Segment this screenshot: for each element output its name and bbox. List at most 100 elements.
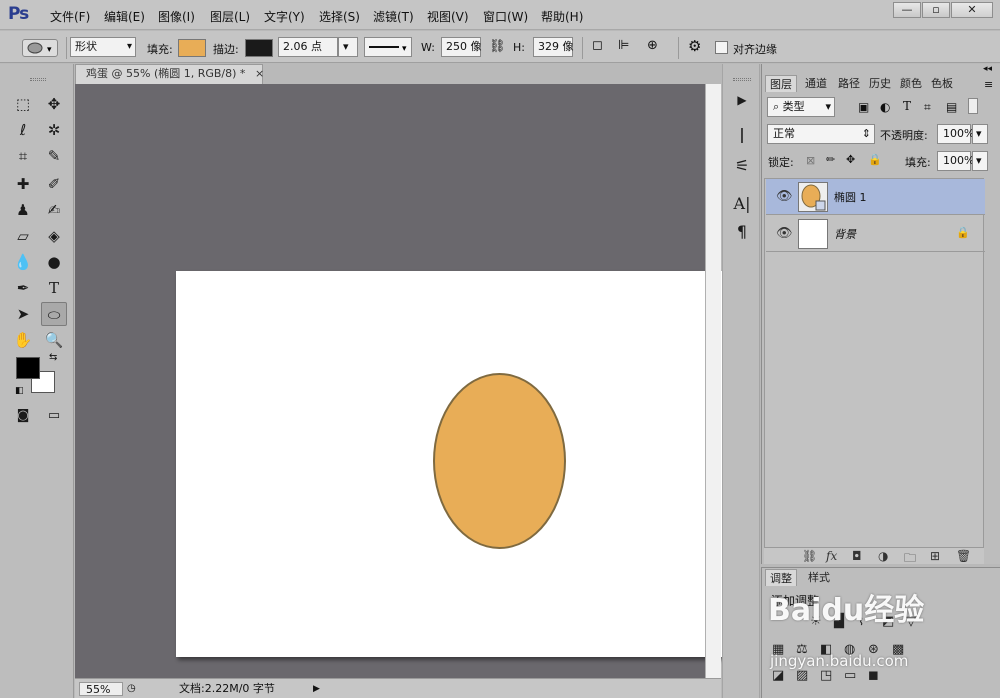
move-tool-icon[interactable]: ✥ — [41, 92, 67, 116]
menu-image[interactable]: 图像(I) — [158, 8, 195, 25]
lock-all-icon[interactable]: 🔒 — [868, 153, 882, 166]
filter-adjustment-icon[interactable]: ◐ — [880, 100, 890, 114]
paragraph-panel-icon[interactable]: ¶ — [730, 220, 754, 244]
filter-type-icon[interactable]: T — [903, 99, 911, 113]
opacity-input[interactable]: 100% — [937, 124, 974, 144]
lock-transparent-icon[interactable]: ⊠ — [806, 154, 815, 167]
menu-help[interactable]: 帮助(H) — [541, 8, 583, 25]
collapse-panel-icon[interactable]: ◂◂ — [983, 64, 992, 74]
paint-bucket-tool-icon[interactable]: ◈ — [41, 224, 67, 248]
ellipse-shape[interactable] — [433, 373, 566, 549]
lock-image-icon[interactable]: ✏ — [826, 153, 835, 166]
add-mask-icon[interactable]: ◘ — [852, 549, 862, 563]
magic-wand-tool-icon[interactable]: ✲ — [41, 118, 67, 142]
menu-window[interactable]: 窗口(W) — [483, 8, 528, 25]
lasso-tool-icon[interactable]: ℓ — [10, 118, 36, 142]
status-options-icon[interactable]: ◷ — [127, 682, 136, 696]
panel-menu-icon[interactable]: ≡ — [984, 78, 993, 91]
tool-presets-icon[interactable]: ⚟ — [730, 154, 754, 178]
layer-row-ellipse[interactable]: 👁 椭圆 1 — [766, 179, 985, 215]
close-tab-icon[interactable]: × — [255, 67, 264, 80]
character-panel-icon[interactable]: A| — [730, 192, 754, 216]
layer-style-icon[interactable]: fx — [826, 549, 837, 563]
marquee-tool-icon[interactable]: ⬚ — [10, 92, 36, 116]
layer-row-background[interactable]: 👁 背景 🔒 — [766, 216, 985, 252]
lock-position-icon[interactable]: ✥ — [846, 153, 855, 166]
ellipse-tool-icon[interactable]: ⬭ — [41, 302, 67, 326]
menu-file[interactable]: 文件(F) — [50, 8, 90, 25]
zoom-level-field[interactable]: 55% — [79, 682, 123, 696]
tab-adjustments[interactable]: 调整 — [765, 569, 797, 586]
eye-icon[interactable]: 👁 — [776, 226, 793, 241]
crop-tool-icon[interactable]: ⌗ — [10, 144, 36, 168]
document-canvas[interactable] — [176, 271, 753, 657]
tab-layers[interactable]: 图层 — [765, 75, 797, 92]
fill-swatch[interactable] — [178, 39, 206, 57]
panel-grip[interactable] — [733, 78, 751, 81]
clone-stamp-tool-icon[interactable]: ♟ — [10, 198, 36, 222]
canvas-workspace[interactable] — [75, 84, 753, 678]
width-input[interactable]: 250 像 — [441, 37, 482, 57]
filter-smart-object-icon[interactable]: ▤ — [946, 100, 957, 114]
menu-layer[interactable]: 图层(L) — [210, 8, 250, 25]
tab-styles[interactable]: 样式 — [804, 569, 834, 586]
screen-mode-icon[interactable]: ▭ — [41, 404, 67, 428]
path-selection-tool-icon[interactable]: ➤ — [10, 302, 36, 326]
brush-presets-icon[interactable]: ꟾ — [730, 126, 754, 150]
stroke-width-input[interactable]: 2.06 点 — [278, 37, 338, 57]
swap-colors-icon[interactable]: ⇆ — [49, 352, 57, 363]
stroke-type-select[interactable]: ▾ — [364, 37, 412, 57]
menu-select[interactable]: 选择(S) — [319, 8, 360, 25]
tab-history[interactable]: 历史 — [865, 75, 895, 92]
quick-mask-icon[interactable]: ◙ — [10, 404, 36, 428]
minimize-button[interactable]: — — [893, 2, 921, 18]
new-layer-icon[interactable]: ⊞ — [930, 549, 940, 563]
path-arrangement-icon[interactable]: ⊕ — [647, 38, 658, 53]
status-menu-arrow-icon[interactable]: ▶ — [313, 682, 320, 696]
tool-preset-picker[interactable]: ▾ — [22, 39, 58, 57]
tab-swatches[interactable]: 色板 — [927, 75, 957, 92]
layer-name[interactable]: 椭圆 1 — [834, 189, 867, 205]
zoom-tool-icon[interactable]: 🔍 — [41, 328, 67, 352]
vertical-scrollbar[interactable] — [705, 84, 721, 678]
height-input[interactable]: 329 像 — [533, 37, 574, 57]
document-tab[interactable]: 鸡蛋 @ 55% (椭圆 1, RGB/8) * × — [75, 64, 264, 84]
pen-tool-icon[interactable]: ✒ — [10, 276, 36, 300]
eyedropper-tool-icon[interactable]: ✎ — [41, 144, 67, 168]
tab-paths[interactable]: 路径 — [834, 75, 864, 92]
link-dimensions-icon[interactable]: ⛓ — [489, 39, 506, 54]
opacity-dropdown[interactable]: ▾ — [972, 124, 988, 144]
path-alignment-icon[interactable]: ⊫ — [618, 38, 629, 53]
shape-mode-select[interactable]: 形状 — [70, 37, 136, 57]
menu-type[interactable]: 文字(Y) — [264, 8, 305, 25]
blur-tool-icon[interactable]: 💧 — [10, 250, 36, 274]
path-operations-icon[interactable]: ◻ — [592, 38, 603, 53]
blend-mode-select[interactable]: 正常 ⇕ — [767, 124, 875, 144]
filter-toggle-switch[interactable] — [968, 98, 978, 114]
delete-layer-icon[interactable]: 🗑 — [956, 549, 971, 563]
gear-icon[interactable]: ⚙ — [688, 37, 701, 55]
hand-tool-icon[interactable]: ✋ — [10, 328, 36, 352]
history-brush-tool-icon[interactable]: ✍ — [41, 198, 67, 222]
layer-filter-select[interactable]: ⌕ 类型 ▾ — [767, 97, 835, 117]
eye-icon[interactable]: 👁 — [776, 189, 793, 204]
fill-dropdown[interactable]: ▾ — [972, 151, 988, 171]
panel-grip[interactable] — [30, 78, 46, 81]
menu-filter[interactable]: 滤镜(T) — [373, 8, 414, 25]
new-adjustment-layer-icon[interactable]: ◑ — [878, 549, 888, 563]
align-edges-checkbox[interactable] — [715, 41, 728, 54]
dodge-tool-icon[interactable]: ● — [41, 250, 67, 274]
stroke-width-dropdown[interactable]: ▾ — [338, 37, 358, 57]
eraser-tool-icon[interactable]: ▱ — [10, 224, 36, 248]
close-window-button[interactable]: ✕ — [951, 2, 993, 18]
stroke-swatch[interactable] — [245, 39, 273, 57]
menu-view[interactable]: 视图(V) — [427, 8, 469, 25]
restore-button[interactable]: ▫ — [922, 2, 950, 18]
filter-shape-icon[interactable]: ⌗ — [924, 100, 931, 115]
tab-channels[interactable]: 通道 — [801, 75, 831, 92]
fill-input[interactable]: 100% — [937, 151, 974, 171]
type-tool-icon[interactable]: T — [41, 276, 67, 300]
healing-brush-tool-icon[interactable]: ✚ — [10, 172, 36, 196]
menu-edit[interactable]: 编辑(E) — [104, 8, 145, 25]
default-colors-icon[interactable]: ◧ — [15, 386, 24, 396]
